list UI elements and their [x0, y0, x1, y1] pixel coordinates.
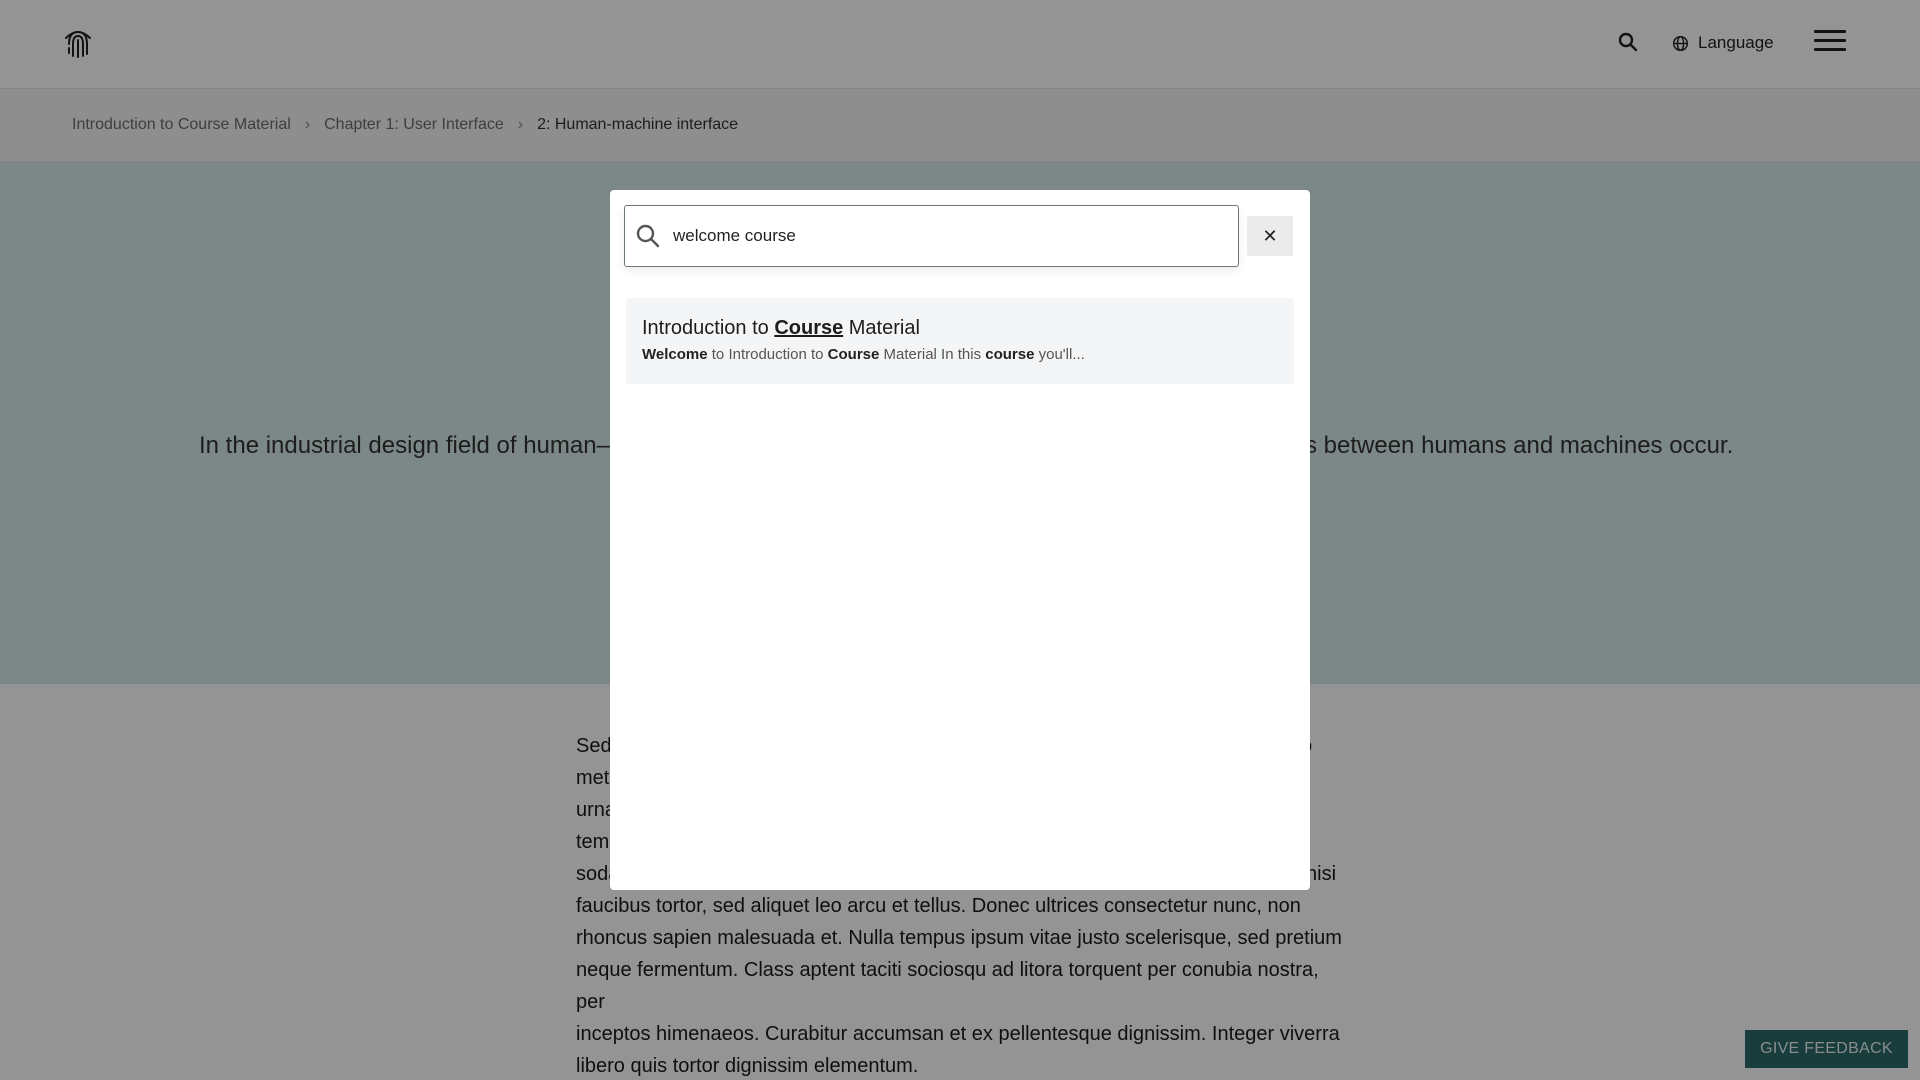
search-input[interactable]	[673, 226, 1213, 246]
snippet-match: course	[985, 346, 1035, 363]
result-title-text: Introduction to	[642, 317, 775, 339]
snippet-text: to Introduction to	[707, 346, 828, 363]
result-title-match: Course	[774, 317, 844, 339]
snippet-text: Material In this	[879, 346, 986, 363]
snippet-text: you'll...	[1034, 346, 1085, 363]
snippet-match: Welcome	[642, 346, 708, 363]
search-field[interactable]	[624, 205, 1239, 267]
close-icon: ✕	[1262, 225, 1278, 247]
search-result-item[interactable]: Introduction to Course Material Welcome …	[626, 298, 1294, 384]
result-title-text: Material	[843, 317, 920, 339]
search-modal: ✕ Introduction to Course Material Welcom…	[610, 190, 1310, 890]
search-icon	[636, 224, 660, 248]
close-search-button[interactable]: ✕	[1247, 216, 1293, 256]
snippet-match: Course	[827, 346, 880, 363]
search-result-title: Introduction to Course Material	[642, 316, 1278, 340]
search-result-snippet: Welcome to Introduction to Course Materi…	[642, 346, 1278, 364]
